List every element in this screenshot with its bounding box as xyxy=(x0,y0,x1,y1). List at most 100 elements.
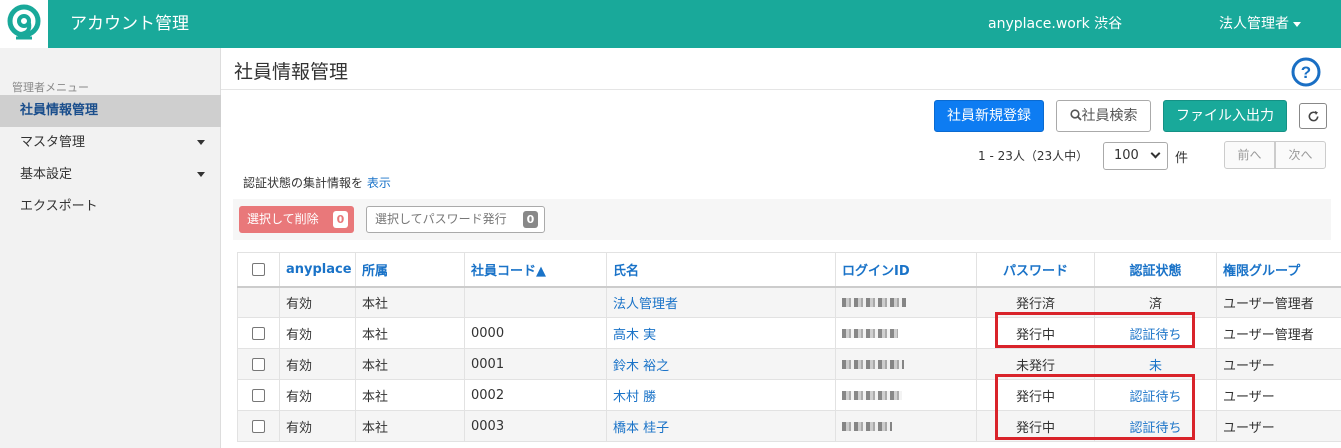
next-page-button[interactable]: 次へ xyxy=(1275,141,1326,169)
app-header: アカウント管理 anyplace.work 渋谷 法人管理者 xyxy=(0,0,1341,48)
table-row: 有効 本社 0000 高木 実 発行中 認証待ち ユーザー管理者 xyxy=(237,317,1341,349)
cell-auth-status: 認証待ち xyxy=(1094,410,1217,442)
sidebar-item-basic-settings[interactable]: 基本設定 xyxy=(0,159,221,191)
page-title: 社員情報管理 xyxy=(234,61,349,83)
delete-selected-label: 選択して削除 xyxy=(247,212,319,226)
prev-page-button[interactable]: 前へ xyxy=(1224,141,1275,169)
employee-name-link[interactable]: 木村 勝 xyxy=(613,390,656,405)
column-header-employee-code[interactable]: 社員コード▲ xyxy=(464,252,607,288)
cell-anyplace: 有効 xyxy=(279,317,356,349)
sidebar: 管理者メニュー 社員情報管理 マスタ管理 基本設定 エクスポート xyxy=(0,48,221,448)
cell-login-id xyxy=(835,317,977,349)
file-io-button[interactable]: ファイル入出力 xyxy=(1163,100,1287,132)
employee-name-link[interactable]: 法人管理者 xyxy=(613,297,678,312)
redacted-login-id xyxy=(842,359,904,369)
column-header-anyplace[interactable]: anyplace xyxy=(279,252,356,288)
auth-summary-show-link[interactable]: 表示 xyxy=(367,176,391,190)
sidebar-heading: 管理者メニュー xyxy=(12,81,89,94)
employee-name-link[interactable]: 橋本 桂子 xyxy=(613,421,669,436)
search-button-label: 社員検索 xyxy=(1081,108,1138,124)
per-page-value: 100 xyxy=(1114,148,1139,163)
cell-password: 発行中 xyxy=(976,317,1095,349)
issue-password-label: 選択してパスワード発行 xyxy=(375,212,507,226)
user-menu[interactable]: 法人管理者 xyxy=(1219,0,1301,48)
column-header-login-id[interactable]: ログインID xyxy=(835,252,977,288)
row-checkbox[interactable] xyxy=(252,388,265,402)
cell-anyplace: 有効 xyxy=(279,286,356,318)
refresh-button[interactable] xyxy=(1299,103,1327,129)
office-name: anyplace.work 渋谷 xyxy=(988,16,1123,32)
cell-role-group: ユーザー xyxy=(1216,379,1341,411)
cell-role-group: ユーザー xyxy=(1216,410,1341,442)
cell-employee-code: 0000 xyxy=(464,317,607,349)
svg-text:?: ? xyxy=(1301,63,1311,82)
column-header-name[interactable]: 氏名 xyxy=(606,252,836,288)
sidebar-item-label: 社員情報管理 xyxy=(20,103,99,118)
sidebar-item-export[interactable]: エクスポート xyxy=(0,191,221,223)
cell-login-id xyxy=(835,348,977,380)
cell-employee-code xyxy=(464,286,607,318)
auth-summary: 認証状態の集計情報を 表示 xyxy=(243,174,391,191)
auth-status-link[interactable]: 未 xyxy=(1149,359,1162,374)
select-all-checkbox[interactable] xyxy=(252,262,265,276)
divider xyxy=(221,89,1341,90)
column-header-password[interactable]: パスワード xyxy=(976,252,1095,288)
row-checkbox[interactable] xyxy=(252,419,265,433)
auth-status-link[interactable]: 認証待ち xyxy=(1129,328,1181,343)
cell-anyplace: 有効 xyxy=(279,379,356,411)
sidebar-item-label: エクスポート xyxy=(20,199,98,214)
employee-table: anyplace 所属 社員コード▲ 氏名 ログインID パスワード 認証状態 … xyxy=(237,252,1341,442)
logo-icon xyxy=(7,4,41,40)
pager-info: 1 - 23人（23人中） xyxy=(978,149,1089,163)
employee-name-link[interactable]: 鈴木 裕之 xyxy=(613,359,669,374)
auth-status-link[interactable]: 認証待ち xyxy=(1129,421,1181,436)
delete-count-badge: 0 xyxy=(333,211,348,228)
cell-role-group: ユーザー管理者 xyxy=(1216,317,1341,349)
row-checkbox[interactable] xyxy=(252,357,265,371)
cell-employee-code: 0002 xyxy=(464,379,607,411)
sidebar-item-master[interactable]: マスタ管理 xyxy=(0,127,221,159)
search-icon xyxy=(1069,109,1082,121)
redacted-login-id xyxy=(842,390,902,400)
cell-name: 高木 実 xyxy=(606,317,836,349)
cell-password: 発行中 xyxy=(976,379,1095,411)
cell-password: 発行済 xyxy=(976,286,1095,318)
cell-employee-code: 0001 xyxy=(464,348,607,380)
logo[interactable] xyxy=(0,0,48,48)
column-header-auth-status[interactable]: 認証状態 xyxy=(1094,252,1217,288)
row-checkbox[interactable] xyxy=(252,326,265,340)
cell-affiliation: 本社 xyxy=(355,286,465,318)
user-menu-label: 法人管理者 xyxy=(1219,16,1289,32)
cell-password: 未発行 xyxy=(976,348,1095,380)
question-circle-icon[interactable]: ? xyxy=(1291,57,1321,87)
table-header-row: anyplace 所属 社員コード▲ 氏名 ログインID パスワード 認証状態 … xyxy=(237,252,1341,288)
caret-down-icon xyxy=(1293,21,1301,27)
per-page-select[interactable]: 100 xyxy=(1103,142,1168,170)
select-all-header xyxy=(237,252,280,288)
table-row: 有効 本社 法人管理者 発行済 済 ユーザー管理者 xyxy=(237,286,1341,318)
delete-selected-button[interactable]: 選択して削除 0 xyxy=(239,206,354,233)
cell-affiliation: 本社 xyxy=(355,410,465,442)
issue-password-button[interactable]: 選択してパスワード発行 0 xyxy=(366,206,545,233)
issue-password-count-badge: 0 xyxy=(523,211,538,228)
table-row: 有効 本社 0001 鈴木 裕之 未発行 未 ユーザー xyxy=(237,348,1341,380)
table-row: 有効 本社 0002 木村 勝 発行中 認証待ち ユーザー xyxy=(237,379,1341,411)
register-employee-button[interactable]: 社員新規登録 xyxy=(934,100,1044,132)
sidebar-item-label: 基本設定 xyxy=(20,167,73,182)
cell-login-id xyxy=(835,286,977,318)
employee-name-link[interactable]: 高木 実 xyxy=(613,328,656,343)
auth-status-link[interactable]: 認証待ち xyxy=(1129,390,1181,405)
refresh-icon xyxy=(1308,110,1318,122)
cell-employee-code: 0003 xyxy=(464,410,607,442)
sidebar-item-employee-info[interactable]: 社員情報管理 xyxy=(0,95,221,127)
column-header-affiliation[interactable]: 所属 xyxy=(355,252,465,288)
cell-auth-status: 済 xyxy=(1094,286,1217,318)
redacted-login-id xyxy=(842,328,898,338)
caret-down-icon xyxy=(197,140,205,145)
cell-auth-status: 認証待ち xyxy=(1094,317,1217,349)
column-header-role-group[interactable]: 権限グループ xyxy=(1216,252,1341,288)
cell-auth-status: 未 xyxy=(1094,348,1217,380)
caret-down-icon xyxy=(197,172,205,177)
search-employee-button[interactable]: 社員検索 xyxy=(1056,100,1151,132)
cell-name: 鈴木 裕之 xyxy=(606,348,836,380)
